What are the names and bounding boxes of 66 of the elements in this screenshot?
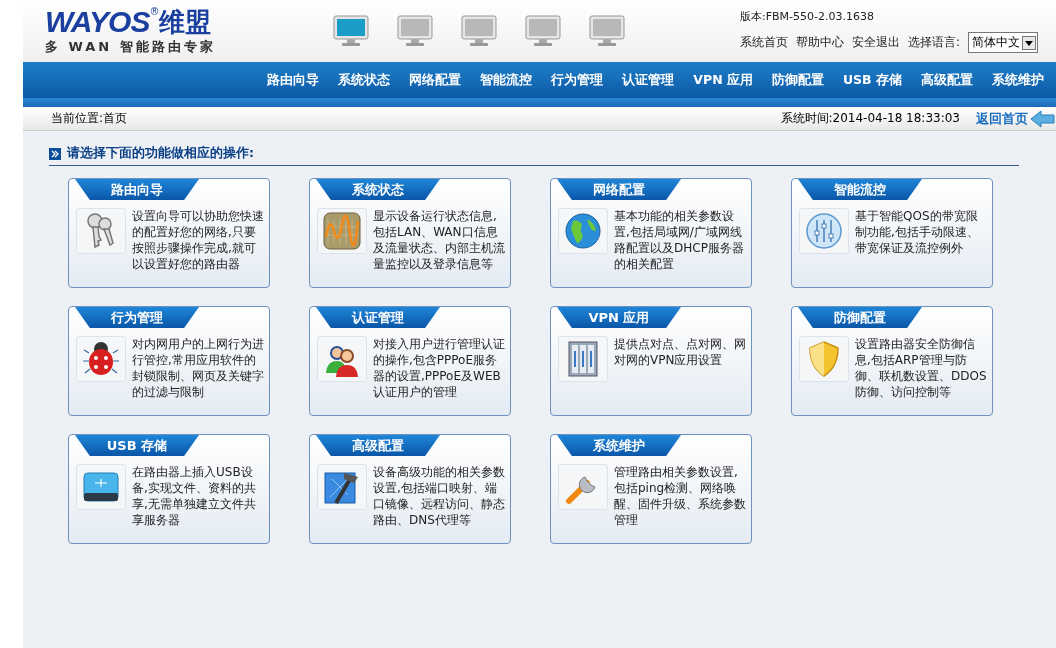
card-title-tab[interactable]: USB 存储 [75, 435, 199, 456]
monitor-icon[interactable] [589, 15, 625, 47]
card-title-tab[interactable]: 系统维护 [557, 435, 681, 456]
feature-card[interactable]: 路由向导 设置向导可以协助您快速的配置好您的网络,只要按照步骤操作完成,就可以设置好您的路由器 [68, 178, 270, 288]
nav-menu-item[interactable]: 行为管理 [551, 71, 604, 89]
card-description: 管理路由相关参数设置,包括ping检测、网络唤醒、固件升级、系统参数管理 [614, 464, 747, 528]
card-title-tab[interactable]: 认证管理 [316, 307, 440, 328]
system-time: 系统时间:2014-04-18 18:33:03 [780, 110, 960, 127]
card-description: 基于智能QOS的带宽限制功能,包括手动限速、带宽保证及流控例外 [855, 208, 980, 256]
card-description: 对接入用户进行管理认证的操作,包含PPPoE服务器的设置,PPPoE及WEB认证用户的管理 [373, 336, 506, 400]
back-arrow-icon[interactable] [1030, 108, 1056, 129]
feature-card[interactable]: 网络配置 基本功能的相关参数设置,包括局域网/广域网线路配置以及DHCP服务器的相关配置 [550, 178, 752, 288]
header-link[interactable]: 帮助中心 [795, 34, 844, 51]
card-description: 设置路由器安全防御信息,包括ARP管理与防御、联机数设置、DDOS防御、访问控制等 [855, 336, 988, 400]
language-label: 选择语言: [907, 34, 960, 51]
header-link[interactable]: 系统首页 [739, 34, 788, 51]
card-title-tab[interactable]: 高级配置 [316, 435, 440, 456]
card-title-tab[interactable]: 路由向导 [75, 179, 199, 200]
card-title-tab[interactable]: VPN 应用 [557, 307, 681, 328]
card-description: 对内网用户的上网行为进行管控,常用应用软件的封锁限制、网页及关键字的过滤与限制 [132, 336, 265, 400]
monitor-icon[interactable] [333, 15, 369, 47]
nav-menu-item[interactable]: 高级配置 [921, 71, 973, 89]
card-description: 在路由器上插入USB设备,实现文件、资料的共享,无需单独建立文件共享服务器 [132, 464, 257, 528]
breadcrumb-text: 当前位置:首页 [51, 110, 128, 127]
feature-card[interactable]: 防御配置 设置路由器安全防御信息,包括ARP管理与防御、联机数设置、DDOS防御、访问控制等 [791, 306, 993, 416]
nav-menu-item[interactable]: 认证管理 [622, 71, 675, 89]
nav-menu-item[interactable]: VPN 应用 [693, 71, 753, 89]
card-description: 设备高级功能的相关参数设置,包括端口映射、端口镜像、远程访问、静态路由、DNS代理等 [373, 464, 506, 528]
card-description: 提供点对点、点对网、网对网的VPN应用设置 [614, 336, 747, 368]
registered-mark: ® [149, 6, 160, 17]
card-description: 设置向导可以协助您快速的配置好您的网络,只要按照步骤操作完成,就可以设置好您的路由器 [132, 208, 265, 272]
logo-tagline: 多 WAN 智能路由专家 [45, 38, 217, 56]
card-title-tab[interactable]: 行为管理 [75, 307, 199, 328]
feature-card[interactable]: 高级配置 设备高级功能的相关参数设置,包括端口映射、端口镜像、远程访问、静态路由、DNS代理等 [309, 434, 511, 544]
logo-text: WAYOS [45, 6, 150, 38]
version-text: 版本:FBM-550-2.03.1638 [739, 9, 875, 24]
feature-card[interactable]: 认证管理 对接入用户进行管理认证的操作,包含PPPoE服务器的设置,PPPoE及WEB认证用户的管理 [309, 306, 511, 416]
card-title-tab[interactable]: 网络配置 [557, 179, 681, 200]
nav-menu-item[interactable]: 路由向导 [267, 71, 320, 89]
back-home-link[interactable]: 返回首页 [976, 109, 1028, 128]
feature-card[interactable]: 系统状态 显示设备运行状态信息,包括LAN、WAN口信息及流量状态、内部主机流量监控以及登录信息等 [309, 178, 511, 288]
monitor-icon[interactable] [525, 15, 561, 47]
nav-menu-item[interactable]: 防御配置 [771, 71, 824, 89]
nav-menu-item[interactable]: 智能流控 [480, 71, 533, 89]
card-title-tab[interactable]: 防御配置 [798, 307, 922, 328]
caret-icon [1022, 35, 1036, 50]
feature-card[interactable]: VPN 应用 提供点对点、点对网、网对网的VPN应用设置 [550, 306, 752, 416]
nav-menu-item[interactable]: 系统维护 [992, 71, 1044, 89]
feature-card[interactable]: 智能流控 基于智能QOS的带宽限制功能,包括手动限速、带宽保证及流控例外 [791, 178, 993, 288]
double-arrow-icon [49, 147, 61, 160]
section-title: 请选择下面的功能做相应的操作: [67, 145, 254, 162]
card-title-tab[interactable]: 系统状态 [316, 179, 440, 200]
nav-menu-item[interactable]: 系统状态 [338, 71, 391, 89]
monitor-icon[interactable] [461, 15, 497, 47]
header-link[interactable]: 安全退出 [851, 34, 900, 51]
feature-card[interactable]: 系统维护 管理路由相关参数设置,包括ping检测、网络唤醒、固件升级、系统参数管理 [550, 434, 752, 544]
monitor-icon[interactable] [397, 15, 433, 47]
card-description: 显示设备运行状态信息,包括LAN、WAN口信息及流量状态、内部主机流量监控以及登录信息等 [373, 208, 506, 272]
logo-chinese-text: 维盟 [159, 6, 212, 38]
card-description: 基本功能的相关参数设置,包括局域网/广域网线路配置以及DHCP服务器的相关配置 [614, 208, 745, 272]
feature-card[interactable]: USB 存储 在路由器上插入USB设备,实现文件、资料的共享,无需单独建立文件共享服务器 [68, 434, 270, 544]
nav-menu-item[interactable]: USB 存储 [842, 71, 902, 89]
card-title-tab[interactable]: 智能流控 [798, 179, 922, 200]
feature-card[interactable]: 行为管理 对内网用户的上网行为进行管控,常用应用软件的封锁限制、网页及关键字的过滤与限制 [68, 306, 270, 416]
nav-menu-item[interactable]: 网络配置 [409, 71, 462, 89]
language-select[interactable]: 简体中文 [968, 32, 1038, 53]
